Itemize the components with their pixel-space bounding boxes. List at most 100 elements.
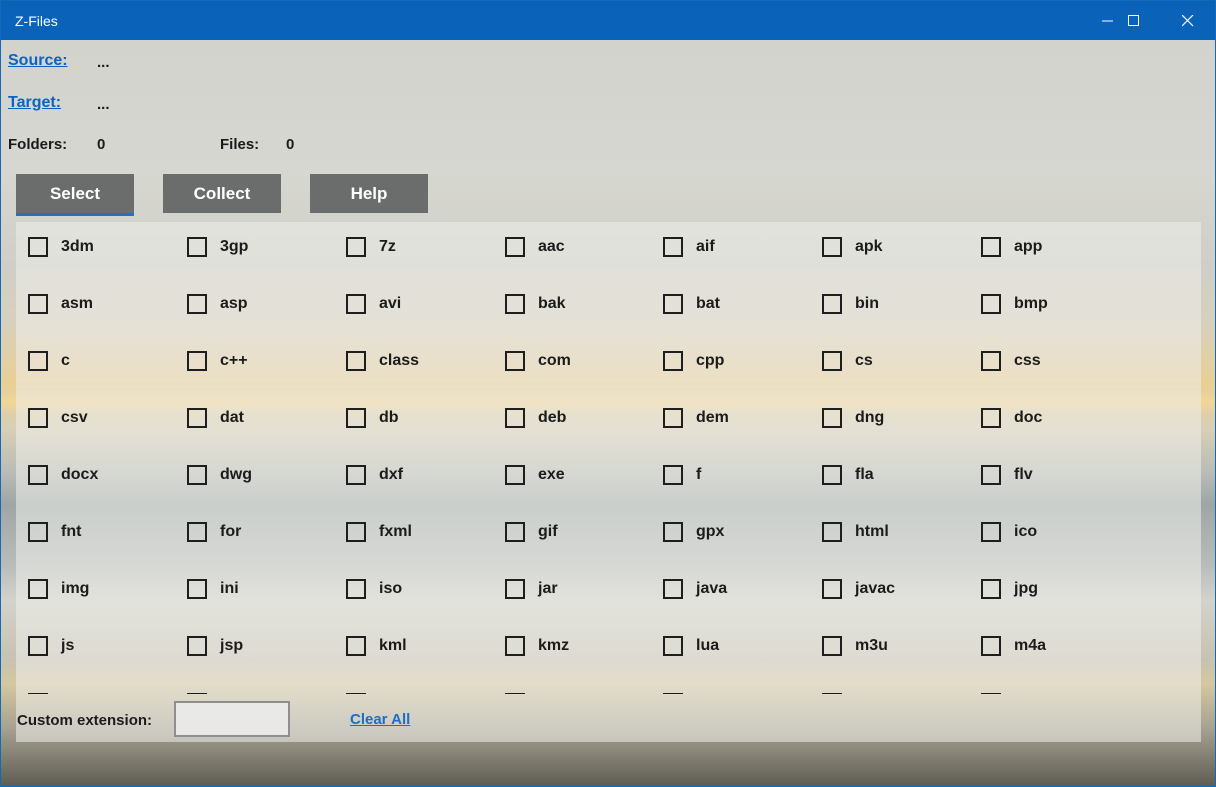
checkbox-box[interactable] — [505, 579, 525, 599]
checkbox-box[interactable] — [505, 237, 525, 257]
extension-checkbox[interactable]: com — [505, 346, 571, 376]
checkbox-box[interactable] — [505, 693, 525, 694]
extension-checkbox[interactable]: bak — [505, 289, 566, 319]
extension-checkbox[interactable]: cpp — [663, 346, 724, 376]
extension-checkbox[interactable]: asp — [187, 289, 248, 319]
checkbox-box[interactable] — [28, 465, 48, 485]
extension-checkbox[interactable]: dxf — [346, 460, 403, 490]
checkbox-box[interactable] — [663, 636, 683, 656]
extension-checkbox[interactable]: m3u — [822, 631, 888, 661]
checkbox-box[interactable] — [663, 465, 683, 485]
extension-checkbox[interactable]: class — [346, 346, 419, 376]
checkbox-box[interactable] — [187, 693, 207, 694]
extension-checkbox[interactable]: ini — [187, 574, 239, 604]
checkbox-box[interactable] — [981, 237, 1001, 257]
extension-checkbox[interactable]: dem — [663, 403, 729, 433]
extension-checkbox[interactable]: doc — [981, 403, 1042, 433]
extension-checkbox[interactable]: asm — [28, 289, 93, 319]
checkbox-box[interactable] — [187, 522, 207, 542]
checkbox-box[interactable] — [663, 408, 683, 428]
checkbox-box[interactable] — [822, 294, 842, 314]
extension-checkbox[interactable]: aac — [505, 232, 565, 262]
checkbox-box[interactable] — [28, 408, 48, 428]
extension-checkbox[interactable] — [346, 688, 366, 694]
extension-grid[interactable]: 3dm 3gp 7z aac aif apk app asm asp avi bak bat bin bm… — [16, 222, 1201, 694]
extension-checkbox[interactable] — [187, 688, 207, 694]
extension-checkbox[interactable]: for — [187, 517, 241, 547]
target-link[interactable]: Target: — [8, 94, 61, 112]
close-button[interactable] — [1161, 1, 1215, 40]
extension-checkbox[interactable]: bat — [663, 289, 720, 319]
checkbox-box[interactable] — [822, 465, 842, 485]
checkbox-box[interactable] — [505, 408, 525, 428]
checkbox-box[interactable] — [822, 351, 842, 371]
extension-checkbox[interactable]: 3gp — [187, 232, 248, 262]
checkbox-box[interactable] — [822, 522, 842, 542]
extension-checkbox[interactable]: jar — [505, 574, 558, 604]
extension-checkbox[interactable]: css — [981, 346, 1041, 376]
checkbox-box[interactable] — [28, 693, 48, 694]
extension-checkbox[interactable]: img — [28, 574, 89, 604]
extension-checkbox[interactable]: gpx — [663, 517, 724, 547]
extension-checkbox[interactable]: java — [663, 574, 727, 604]
checkbox-box[interactable] — [346, 522, 366, 542]
checkbox-box[interactable] — [663, 237, 683, 257]
checkbox-box[interactable] — [187, 351, 207, 371]
extension-checkbox[interactable]: iso — [346, 574, 402, 604]
extension-checkbox[interactable]: kmz — [505, 631, 569, 661]
extension-checkbox[interactable]: c++ — [187, 346, 248, 376]
checkbox-box[interactable] — [28, 294, 48, 314]
checkbox-box[interactable] — [505, 351, 525, 371]
checkbox-box[interactable] — [187, 636, 207, 656]
checkbox-box[interactable] — [822, 237, 842, 257]
extension-checkbox[interactable]: js — [28, 631, 74, 661]
checkbox-box[interactable] — [28, 351, 48, 371]
checkbox-box[interactable] — [822, 408, 842, 428]
checkbox-box[interactable] — [981, 408, 1001, 428]
extension-checkbox[interactable]: dng — [822, 403, 884, 433]
title-bar[interactable]: Z-Files — [1, 1, 1215, 40]
extension-checkbox[interactable]: m4a — [981, 631, 1046, 661]
extension-checkbox[interactable]: flv — [981, 460, 1033, 490]
checkbox-box[interactable] — [981, 579, 1001, 599]
extension-checkbox[interactable]: gif — [505, 517, 558, 547]
custom-extension-input[interactable] — [174, 701, 290, 737]
checkbox-box[interactable] — [187, 294, 207, 314]
checkbox-box[interactable] — [663, 693, 683, 694]
checkbox-box[interactable] — [981, 351, 1001, 371]
checkbox-box[interactable] — [346, 237, 366, 257]
checkbox-box[interactable] — [663, 294, 683, 314]
checkbox-box[interactable] — [346, 351, 366, 371]
tab-collect[interactable]: Collect — [163, 174, 281, 213]
extension-checkbox[interactable]: bmp — [981, 289, 1048, 319]
extension-checkbox[interactable]: csv — [28, 403, 88, 433]
checkbox-box[interactable] — [346, 408, 366, 428]
extension-checkbox[interactable] — [663, 688, 683, 694]
checkbox-box[interactable] — [505, 294, 525, 314]
tab-select[interactable]: Select — [16, 174, 134, 213]
source-link[interactable]: Source: — [8, 52, 68, 70]
checkbox-box[interactable] — [28, 237, 48, 257]
checkbox-box[interactable] — [981, 636, 1001, 656]
extension-checkbox[interactable]: kml — [346, 631, 407, 661]
checkbox-box[interactable] — [505, 465, 525, 485]
extension-checkbox[interactable]: html — [822, 517, 889, 547]
extension-checkbox[interactable]: fxml — [346, 517, 412, 547]
extension-checkbox[interactable]: docx — [28, 460, 98, 490]
checkbox-box[interactable] — [663, 579, 683, 599]
checkbox-box[interactable] — [663, 351, 683, 371]
extension-checkbox[interactable]: exe — [505, 460, 565, 490]
extension-checkbox[interactable]: aif — [663, 232, 715, 262]
checkbox-box[interactable] — [28, 522, 48, 542]
extension-checkbox[interactable]: db — [346, 403, 399, 433]
extension-checkbox[interactable]: fnt — [28, 517, 81, 547]
extension-checkbox[interactable] — [505, 688, 525, 694]
extension-checkbox[interactable]: apk — [822, 232, 883, 262]
checkbox-box[interactable] — [822, 693, 842, 694]
tab-help[interactable]: Help — [310, 174, 428, 213]
extension-checkbox[interactable]: jsp — [187, 631, 243, 661]
extension-checkbox[interactable]: javac — [822, 574, 895, 604]
extension-checkbox[interactable]: jpg — [981, 574, 1038, 604]
extension-checkbox[interactable]: bin — [822, 289, 879, 319]
checkbox-box[interactable] — [981, 693, 1001, 694]
